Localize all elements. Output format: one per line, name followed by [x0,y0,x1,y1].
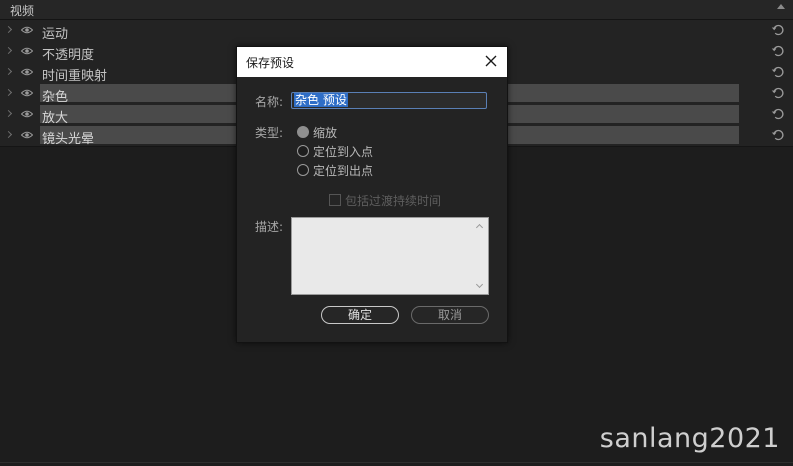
type-label: 类型: [255,126,284,140]
save-preset-dialog: 保存预设 名称: 杂色 预设 类型: 缩放 定位到入点 定位到出点 包括过渡持续… [236,46,508,343]
description-label: 描述: [255,220,284,234]
name-label: 名称: [255,95,284,109]
selected-text: 杂色 预设 [294,93,348,107]
dialog-title: 保存预设 [246,56,295,70]
close-icon[interactable] [483,53,499,69]
radio-label: 定位到出点 [313,164,374,178]
preset-name-input[interactable]: 杂色 预设 [291,92,487,109]
scroll-up-icon[interactable] [475,223,484,232]
radio-label: 定位到入点 [313,145,374,159]
dialog-overlay: 保存预设 名称: 杂色 预设 类型: 缩放 定位到入点 定位到出点 包括过渡持续… [0,0,793,466]
scrollbar[interactable] [472,218,488,294]
cancel-button[interactable]: 取消 [411,306,489,324]
checkbox[interactable] [329,194,341,206]
description-textarea[interactable] [291,217,489,295]
radio-label: 缩放 [313,126,338,140]
radio-button[interactable] [297,164,309,176]
scroll-down-icon[interactable] [475,280,484,289]
radio-button[interactable] [297,126,309,138]
ok-button[interactable]: 确定 [321,306,399,324]
checkbox-label: 包括过渡持续时间 [345,194,442,208]
dialog-titlebar[interactable]: 保存预设 [237,47,507,77]
radio-button[interactable] [297,145,309,157]
